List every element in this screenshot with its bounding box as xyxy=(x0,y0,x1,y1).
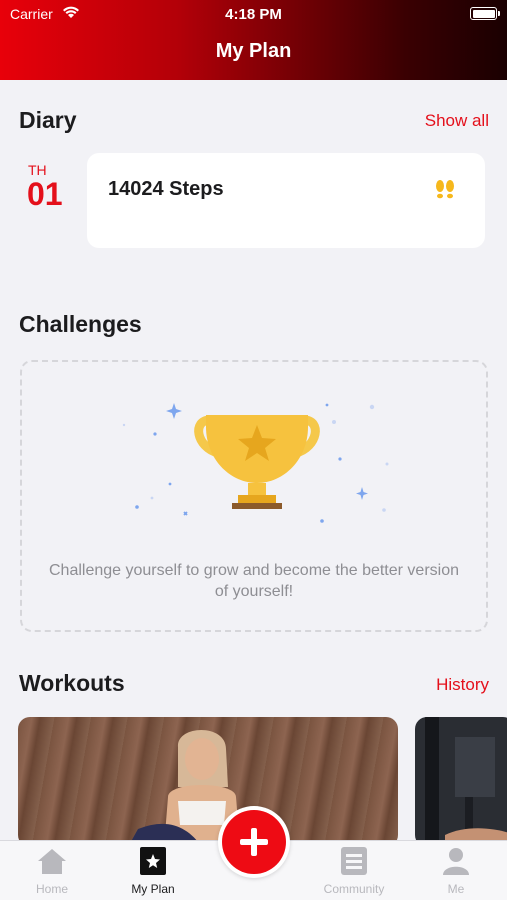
tab-label: Me xyxy=(447,882,465,896)
document-icon xyxy=(341,847,367,879)
page-title: My Plan xyxy=(215,40,292,62)
history-link[interactable]: History xyxy=(436,675,489,695)
person-icon xyxy=(442,848,470,879)
plus-icon xyxy=(222,828,286,878)
tab-me[interactable]: Me xyxy=(416,847,496,896)
workout-card[interactable] xyxy=(415,717,507,847)
tab-community[interactable]: Community xyxy=(314,847,394,896)
workouts-title: Workouts xyxy=(19,670,125,696)
challenges-empty-text: Challenge yourself to grow and become th… xyxy=(48,562,459,600)
challenges-title: Challenges xyxy=(19,311,142,337)
add-button-circle xyxy=(222,810,286,874)
tab-label: Community xyxy=(323,882,385,896)
tab-my-plan[interactable]: My Plan xyxy=(113,847,193,896)
challenges-empty-state: Challenge yourself to grow and become th… xyxy=(20,360,488,632)
tab-label: My Plan xyxy=(131,882,175,896)
show-all-link[interactable]: Show all xyxy=(425,111,489,131)
footprints-icon xyxy=(433,179,457,206)
workout-photo xyxy=(128,730,240,847)
battery-icon xyxy=(470,7,500,20)
tab-label: Home xyxy=(35,882,68,896)
diary-date: TH 01 xyxy=(18,162,74,213)
steps-count: 14024 Steps xyxy=(108,178,224,200)
add-button[interactable] xyxy=(218,806,290,878)
header: Carrier 4:18 PM My Plan xyxy=(0,0,507,80)
star-icon xyxy=(140,847,166,879)
diary-title: Diary xyxy=(19,107,77,133)
date-day: 01 xyxy=(27,176,63,212)
trophy-icon xyxy=(122,397,392,532)
workout-card[interactable] xyxy=(18,717,398,847)
workout-photo xyxy=(425,717,507,847)
status-bar: Carrier 4:18 PM xyxy=(0,0,507,28)
tab-home[interactable]: Home xyxy=(12,847,92,896)
status-time: 4:18 PM xyxy=(225,6,282,23)
house-icon xyxy=(37,849,67,879)
diary-steps-card[interactable]: 14024 Steps xyxy=(87,153,485,248)
